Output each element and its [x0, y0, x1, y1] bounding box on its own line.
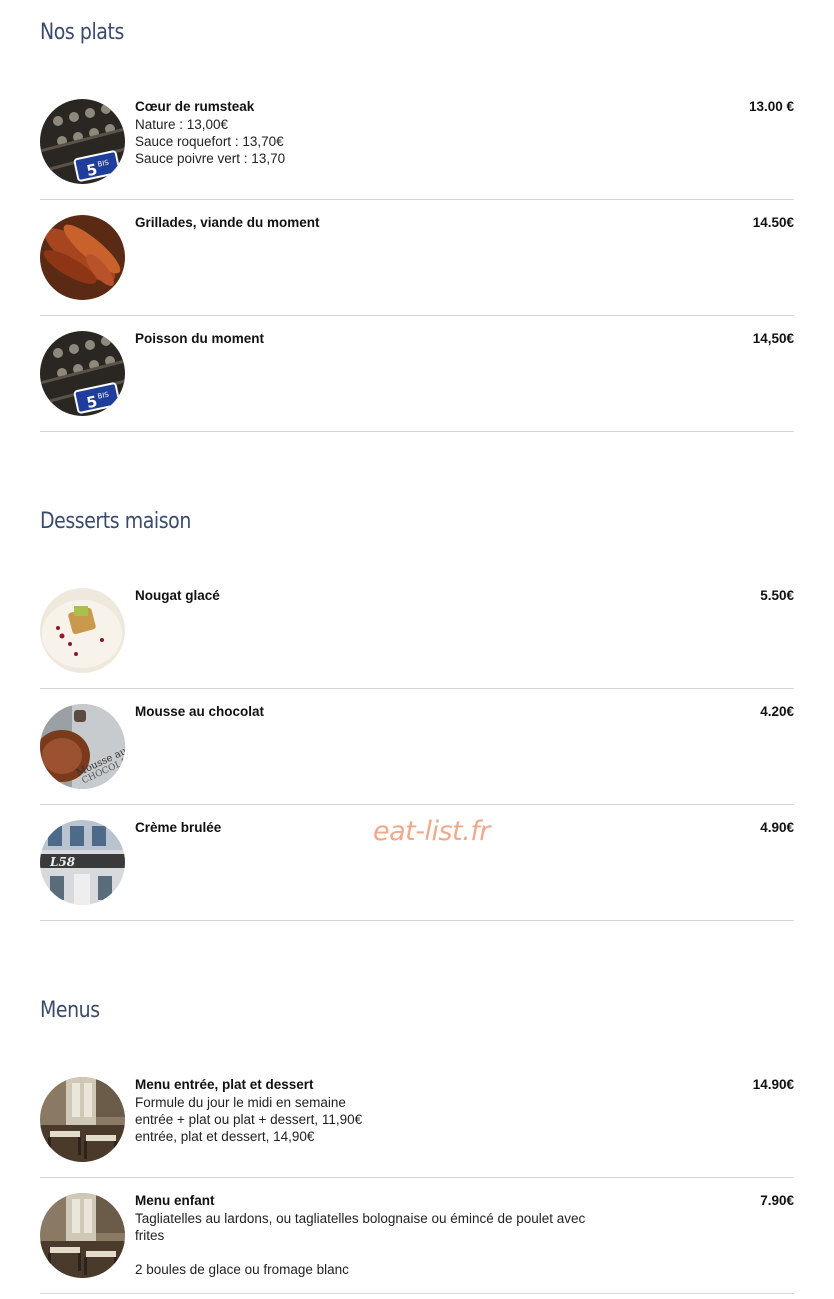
- description-line: Formule du jour le midi en semaine: [135, 1095, 346, 1110]
- menu-item[interactable]: Mousse au CHOCOLAT Mousse au chocolat 4.2…: [40, 689, 794, 805]
- item-photo: [40, 215, 125, 300]
- menu-item[interactable]: Menu entrée, plat et dessert Formule du …: [40, 1062, 794, 1178]
- chocolate-mousse-image: Mousse auCHOCOLAT: [40, 704, 125, 789]
- item-price: 14.50€: [752, 215, 794, 230]
- description-line: entrée, plat et dessert, 14,90€: [135, 1129, 315, 1144]
- item-name: Menu enfant: [135, 1193, 215, 1208]
- item-price: 4.90€: [760, 820, 794, 835]
- item-name: Nougat glacé: [135, 588, 220, 603]
- grilled-meat-image: [40, 215, 125, 300]
- section-desserts-items: Nougat glacé 5.50€ Mousse au CHOCOLAT Mou…: [40, 573, 794, 921]
- restaurant-facade-image: L58: [40, 820, 125, 905]
- item-name: Poisson du moment: [135, 331, 265, 346]
- menu-item[interactable]: 5 BIS Cœur de rumsteak Nature : 13,00€ Sa…: [40, 84, 794, 200]
- section-menus: Menus: [40, 994, 794, 1028]
- item-photo: [40, 1077, 125, 1162]
- item-price: 5.50€: [760, 588, 794, 603]
- section-menus-items: Menu entrée, plat et dessert Formule du …: [40, 1062, 794, 1294]
- section-title: Menus: [40, 998, 100, 1023]
- dining-room-image: [40, 1077, 125, 1162]
- item-price: 14,50€: [752, 331, 794, 346]
- wine-rack-5bis-image: 5BIS: [40, 331, 125, 416]
- description-line: Tagliatelles au lardons, ou tagliatelles…: [135, 1211, 586, 1243]
- item-price: 4.20€: [760, 704, 794, 719]
- item-photo: 5 BIS: [40, 331, 125, 416]
- wine-rack-5bis-image: 5BIS: [40, 99, 125, 184]
- section-nos-plats-items: 5 BIS Cœur de rumsteak Nature : 13,00€ Sa…: [40, 84, 794, 432]
- description-line: Nature : 13,00€: [135, 117, 229, 132]
- watermark: eat-list.fr: [373, 816, 490, 847]
- item-name: Cœur de rumsteak: [135, 99, 255, 114]
- svg-text:L58: L58: [49, 855, 76, 869]
- section-title: Desserts maison: [40, 509, 191, 534]
- dining-room-image: [40, 1193, 125, 1278]
- item-photo: Mousse au CHOCOLAT: [40, 704, 125, 789]
- item-name: Grillades, viande du moment: [135, 215, 320, 230]
- item-price: 7.90€: [760, 1193, 794, 1208]
- item-description: Tagliatelles au lardons, ou tagliatelles…: [135, 1210, 615, 1278]
- item-description: Nature : 13,00€ Sauce roquefort : 13,70€…: [135, 116, 615, 167]
- item-photo: [40, 588, 125, 673]
- menu-item[interactable]: Grillades, viande du moment 14.50€: [40, 200, 794, 316]
- item-name: Menu entrée, plat et dessert: [135, 1077, 314, 1092]
- menu-item[interactable]: Menu enfant Tagliatelles au lardons, ou …: [40, 1178, 794, 1294]
- item-name: Mousse au chocolat: [135, 704, 265, 719]
- item-name: Crème brulée: [135, 820, 222, 835]
- description-line: Sauce poivre vert : 13,70: [135, 151, 286, 166]
- description-line: [135, 1244, 615, 1261]
- section-nos-plats: Nos plats: [40, 16, 794, 50]
- menu-item[interactable]: Nougat glacé 5.50€: [40, 573, 794, 689]
- item-photo: 5 BIS: [40, 99, 125, 184]
- item-photo: L58: [40, 820, 125, 905]
- item-price: 14.90€: [752, 1077, 794, 1092]
- menu-item[interactable]: 5 BIS Poisson du moment 14,50€: [40, 316, 794, 432]
- description-line: 2 boules de glace ou fromage blanc: [135, 1262, 349, 1277]
- description-line: Sauce roquefort : 13,70€: [135, 134, 284, 149]
- item-photo: [40, 1193, 125, 1278]
- description-line: entrée + plat ou plat + dessert, 11,90€: [135, 1112, 363, 1127]
- section-title: Nos plats: [40, 20, 124, 45]
- nougat-plate-image: [40, 588, 125, 673]
- item-price: 13.00 €: [748, 99, 794, 114]
- item-description: Formule du jour le midi en semaine entré…: [135, 1094, 615, 1145]
- section-desserts: Desserts maison: [40, 505, 794, 539]
